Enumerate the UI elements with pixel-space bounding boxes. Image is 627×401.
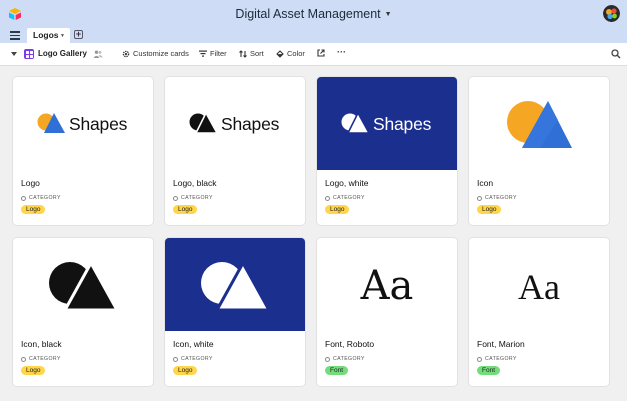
wordmark: Shapes (221, 114, 280, 134)
field-label-text: CATEGORY (29, 195, 61, 201)
field-label: CATEGORY (21, 356, 61, 362)
single-select-icon (325, 195, 330, 201)
view-toolbar: Logo Gallery Customize cards Filter Sort… (0, 43, 627, 66)
field-label-text: CATEGORY (333, 195, 365, 201)
filter-label: Filter (210, 49, 227, 58)
card-title: Logo, black (173, 178, 217, 188)
field-label-text: CATEGORY (29, 356, 61, 362)
search-icon[interactable] (611, 49, 621, 59)
card-image: Aa (469, 238, 609, 331)
shapes-icon (49, 259, 118, 311)
color-button[interactable]: Color (276, 49, 305, 58)
card-image: Shapes (165, 77, 305, 170)
sort-icon (239, 49, 247, 58)
add-table-icon[interactable]: + (74, 30, 83, 39)
card-image (165, 238, 305, 331)
chevron-down-icon[interactable] (11, 52, 17, 56)
tab-label: Logos (33, 30, 59, 40)
chevron-down-icon: ▼ (384, 11, 392, 18)
card-image (13, 238, 153, 331)
gallery-card[interactable]: Aa Font, Roboto CATEGORY Font (317, 238, 457, 386)
card-title: Font, Marion (477, 339, 525, 349)
card-image: Shapes (13, 77, 153, 170)
chevron-down-icon[interactable]: ▼ (60, 33, 65, 39)
category-tag: Logo (21, 205, 46, 214)
sort-button[interactable]: Sort (239, 49, 264, 58)
shapes-logo-icon (341, 112, 369, 134)
gallery-card[interactable]: Aa Font, Marion CATEGORY Font (469, 238, 609, 386)
tab-logos[interactable]: Logos ▼ (27, 28, 70, 43)
base-title-text: Digital Asset Management (235, 7, 381, 21)
gallery-card[interactable]: Shapes Logo CATEGORY Logo (13, 77, 153, 225)
shapes-icon (201, 259, 270, 311)
customize-cards-button[interactable]: Customize cards (122, 49, 189, 58)
single-select-icon (21, 356, 26, 362)
color-label: Color (287, 49, 305, 58)
card-image (469, 77, 609, 170)
paint-bucket-icon (276, 49, 284, 58)
category-tag: Logo (173, 366, 198, 375)
category-tag: Logo (21, 366, 46, 375)
base-title[interactable]: Digital Asset Management ▼ (0, 7, 627, 21)
gallery-card[interactable]: Icon, white CATEGORY Logo (165, 238, 305, 386)
view-name[interactable]: Logo Gallery (38, 49, 87, 58)
field-label: CATEGORY (477, 356, 517, 362)
single-select-icon (325, 356, 330, 362)
card-title: Icon, white (173, 339, 214, 349)
font-sample: Aa (360, 263, 414, 309)
field-label-text: CATEGORY (333, 356, 365, 362)
category-tag: Logo (477, 205, 502, 214)
gallery-card[interactable]: Icon CATEGORY Logo (469, 77, 609, 225)
customize-cards-label: Customize cards (133, 49, 189, 58)
menu-icon[interactable] (10, 31, 20, 40)
field-label-text: CATEGORY (485, 195, 517, 201)
shapes-logo-icon (37, 113, 65, 133)
table-tabs: Logos ▼ + (0, 28, 627, 43)
card-title: Icon (477, 178, 494, 188)
wordmark: Shapes (373, 114, 432, 134)
field-label: CATEGORY (325, 356, 365, 362)
field-label: CATEGORY (173, 356, 213, 362)
single-select-icon (477, 356, 482, 362)
card-title: Icon, black (21, 339, 62, 349)
font-sample: Aa (518, 267, 560, 307)
sort-label: Sort (250, 49, 264, 58)
single-select-icon (173, 195, 178, 201)
gallery-card[interactable]: Shapes Logo, black CATEGORY Logo (165, 77, 305, 225)
gallery-view-icon (24, 49, 34, 59)
category-tag: Font (477, 366, 501, 375)
wordmark: Shapes (69, 114, 128, 134)
field-label-text: CATEGORY (181, 356, 213, 362)
avatar[interactable] (603, 5, 620, 22)
single-select-icon (173, 356, 178, 362)
field-label: CATEGORY (173, 195, 213, 201)
more-options-icon[interactable]: ··· (337, 47, 346, 57)
gallery-card[interactable]: Shapes Logo, white CATEGORY Logo (317, 77, 457, 225)
app-header: Digital Asset Management ▼ (0, 0, 627, 28)
field-label-text: CATEGORY (485, 356, 517, 362)
card-title: Logo, white (325, 178, 369, 188)
card-image: Shapes (317, 77, 457, 170)
field-label: CATEGORY (21, 195, 61, 201)
card-title: Font, Roboto (325, 339, 375, 349)
filter-button[interactable]: Filter (199, 49, 227, 58)
field-label-text: CATEGORY (181, 195, 213, 201)
category-tag: Font (325, 366, 349, 375)
category-tag: Logo (173, 205, 198, 214)
collaborators-icon[interactable] (93, 50, 103, 58)
category-tag: Logo (325, 205, 350, 214)
single-select-icon (477, 195, 482, 201)
filter-icon (199, 50, 207, 57)
external-link-icon (317, 49, 325, 57)
share-view-button[interactable] (317, 49, 328, 57)
single-select-icon (21, 195, 26, 201)
field-label: CATEGORY (477, 195, 517, 201)
field-label: CATEGORY (325, 195, 365, 201)
card-image: Aa (317, 238, 457, 331)
card-title: Logo (21, 178, 40, 188)
shapes-logo-icon (189, 112, 217, 134)
gear-icon (122, 50, 130, 57)
shapes-icon (507, 101, 572, 148)
gallery-card[interactable]: Icon, black CATEGORY Logo (13, 238, 153, 386)
